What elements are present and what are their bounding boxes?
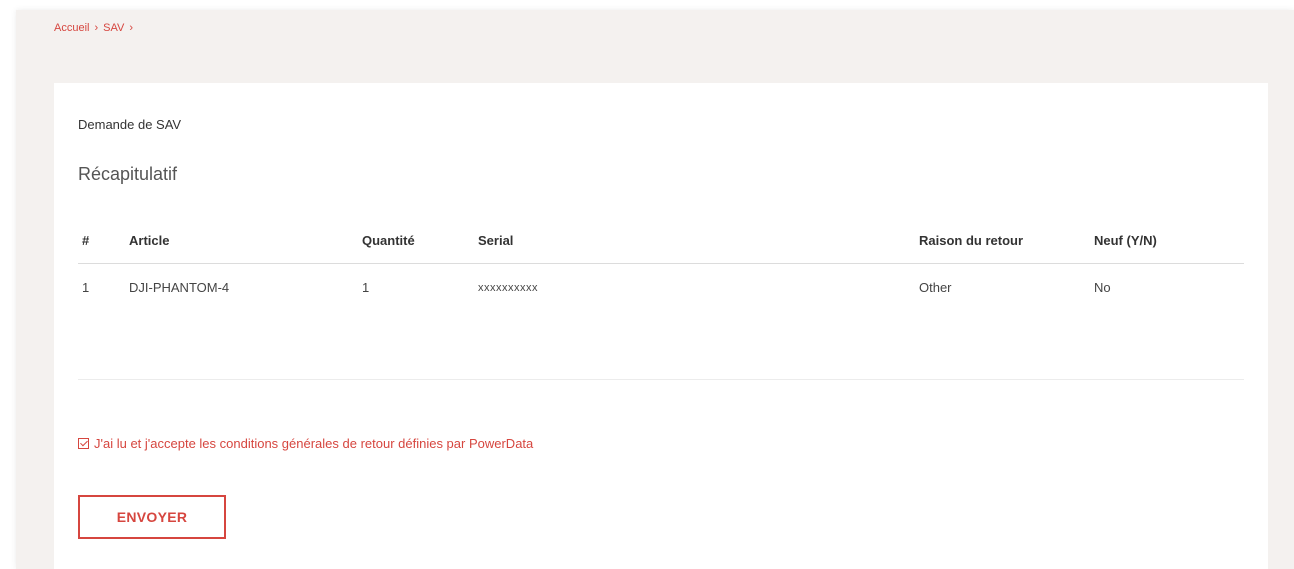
cell-quantity: 1 [362,280,370,295]
section-title: Récapitulatif [78,164,178,184]
col-header-quantity: Quantité [362,233,478,264]
terms-checkbox[interactable] [78,438,89,449]
breadcrumb-link-sav[interactable]: SAV [103,22,124,34]
breadcrumb-separator: › [94,22,99,34]
terms-acceptance[interactable]: J'ai lu et j'accepte les conditions géné… [78,436,533,451]
cell-number: 1 [82,280,90,295]
page-frame: Accueil › SAV › Demande de SAV Récapitulati… [16,10,1294,569]
col-header-new: Neuf (Y/N) [1094,233,1244,264]
cell-new: No [1094,280,1111,295]
breadcrumb-separator: › [129,22,134,34]
table-header-row: # Article Quantité Serial Raison du reto… [78,233,1244,264]
col-header-number: # [78,233,129,264]
cell-return-reason: Other [919,280,952,295]
divider [78,379,1244,380]
col-header-article: Article [129,233,362,264]
sav-request-card: Demande de SAV Récapitulatif # Article Q… [54,83,1268,569]
breadcrumb-link-home[interactable]: Accueil [54,22,89,34]
col-header-return-reason: Raison du retour [919,233,1094,264]
card-title: Demande de SAV [78,117,182,132]
col-header-serial: Serial [478,233,919,264]
cell-serial: xxxxxxxxxx [478,281,538,294]
recap-table: # Article Quantité Serial Raison du reto… [78,233,1244,295]
terms-label: J'ai lu et j'accepte les conditions géné… [94,436,534,451]
breadcrumb: Accueil › SAV › [54,22,138,34]
send-button[interactable]: ENVOYER [78,495,226,539]
table-row: 1 DJI-PHANTOM-4 1 xxxxxxxxxx Other No [78,264,1244,295]
cell-article: DJI-PHANTOM-4 [129,280,230,295]
